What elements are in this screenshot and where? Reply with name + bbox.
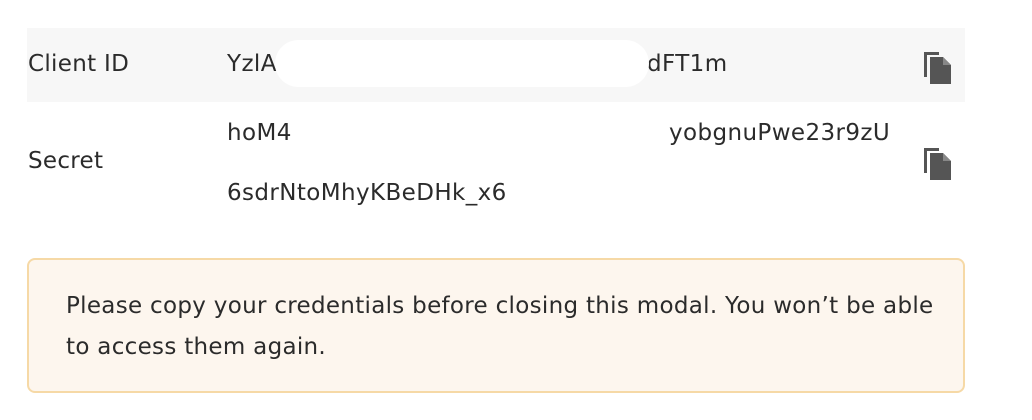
client-id-label: Client ID — [28, 51, 130, 77]
client-id-row: Client ID YzlA dFT1m — [27, 28, 965, 102]
copy-icon — [924, 52, 951, 84]
client-id-value-end: dFT1m — [647, 51, 728, 77]
copy-secret-button[interactable] — [921, 145, 955, 181]
credentials-warning-notice: Please copy your credentials before clos… — [27, 258, 965, 393]
credentials-table: Client ID YzlA dFT1m Secret hoM4 yobgnuP… — [27, 28, 965, 226]
copy-client-id-button[interactable] — [921, 49, 955, 85]
client-id-value-start: YzlA — [227, 51, 277, 77]
secret-label: Secret — [28, 148, 104, 174]
client-id-redaction — [275, 40, 649, 87]
copy-icon — [924, 148, 951, 180]
notice-text: Please copy your credentials before clos… — [66, 293, 934, 360]
secret-value-line1-end: yobgnuPwe23r9zU — [669, 120, 891, 146]
secret-row: Secret hoM4 yobgnuPwe23r9zU 6sdrNtoMhyKB… — [27, 102, 965, 226]
secret-value-line2: 6sdrNtoMhyKBeDHk_x6 — [227, 180, 507, 206]
secret-value-line1-start: hoM4 — [227, 120, 292, 146]
